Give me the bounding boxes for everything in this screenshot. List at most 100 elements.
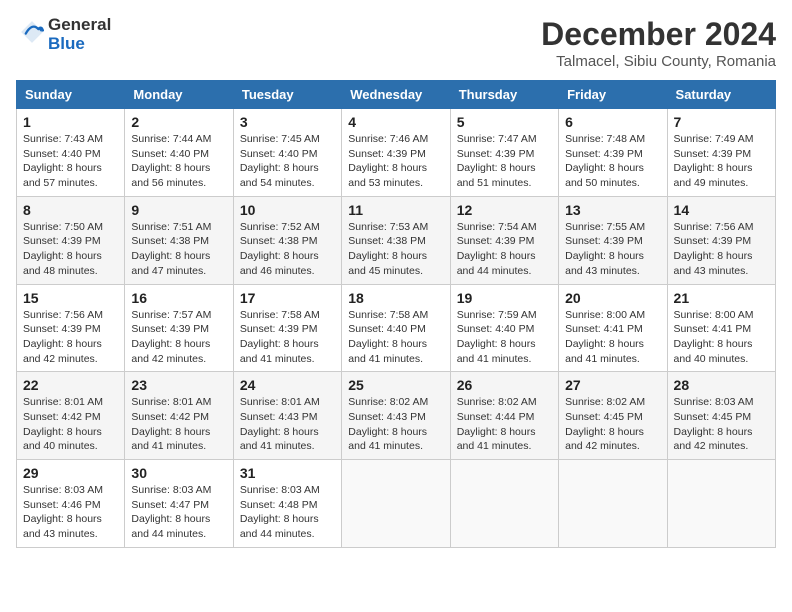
sunset-label: Sunset: 4:40 PM [131,148,209,160]
weekday-header: Sunday [17,81,125,109]
day-number: 11 [348,202,443,218]
day-info: Sunrise: 8:02 AM Sunset: 4:45 PM Dayligh… [565,395,660,454]
calendar-week-row: 1 Sunrise: 7:43 AM Sunset: 4:40 PM Dayli… [17,109,776,197]
logo: General Blue [16,16,111,53]
day-info: Sunrise: 8:00 AM Sunset: 4:41 PM Dayligh… [565,308,660,367]
daylight-label: Daylight: 8 hours and 48 minutes. [23,250,102,277]
daylight-label: Daylight: 8 hours and 42 minutes. [131,338,210,365]
month-title: December 2024 [541,16,776,53]
sunset-label: Sunset: 4:43 PM [240,411,318,423]
sunrise-label: Sunrise: 7:46 AM [348,133,428,145]
day-info: Sunrise: 7:56 AM Sunset: 4:39 PM Dayligh… [23,308,118,367]
day-number: 1 [23,114,118,130]
calendar-cell [342,460,450,548]
day-info: Sunrise: 7:48 AM Sunset: 4:39 PM Dayligh… [565,132,660,191]
calendar-cell: 22 Sunrise: 8:01 AM Sunset: 4:42 PM Dayl… [17,372,125,460]
sunset-label: Sunset: 4:42 PM [23,411,101,423]
logo-blue-text: Blue [48,35,111,54]
day-info: Sunrise: 7:56 AM Sunset: 4:39 PM Dayligh… [674,220,769,279]
daylight-label: Daylight: 8 hours and 42 minutes. [23,338,102,365]
calendar-cell: 27 Sunrise: 8:02 AM Sunset: 4:45 PM Dayl… [559,372,667,460]
day-number: 30 [131,465,226,481]
weekday-header: Tuesday [233,81,341,109]
day-number: 21 [674,290,769,306]
day-number: 10 [240,202,335,218]
logo-general-text: General [48,16,111,35]
day-info: Sunrise: 7:54 AM Sunset: 4:39 PM Dayligh… [457,220,552,279]
daylight-label: Daylight: 8 hours and 53 minutes. [348,162,427,189]
calendar-cell: 7 Sunrise: 7:49 AM Sunset: 4:39 PM Dayli… [667,109,775,197]
calendar-week-row: 15 Sunrise: 7:56 AM Sunset: 4:39 PM Dayl… [17,284,776,372]
day-info: Sunrise: 8:03 AM Sunset: 4:47 PM Dayligh… [131,483,226,542]
daylight-label: Daylight: 8 hours and 49 minutes. [674,162,753,189]
calendar-cell: 23 Sunrise: 8:01 AM Sunset: 4:42 PM Dayl… [125,372,233,460]
day-info: Sunrise: 8:01 AM Sunset: 4:42 PM Dayligh… [131,395,226,454]
sunrise-label: Sunrise: 8:01 AM [240,396,320,408]
sunrise-label: Sunrise: 8:02 AM [348,396,428,408]
sunrise-label: Sunrise: 7:57 AM [131,309,211,321]
sunrise-label: Sunrise: 7:59 AM [457,309,537,321]
day-info: Sunrise: 8:03 AM Sunset: 4:46 PM Dayligh… [23,483,118,542]
sunset-label: Sunset: 4:41 PM [674,323,752,335]
calendar-cell: 29 Sunrise: 8:03 AM Sunset: 4:46 PM Dayl… [17,460,125,548]
sunset-label: Sunset: 4:39 PM [131,323,209,335]
sunrise-label: Sunrise: 8:03 AM [131,484,211,496]
day-info: Sunrise: 7:50 AM Sunset: 4:39 PM Dayligh… [23,220,118,279]
day-number: 28 [674,377,769,393]
sunrise-label: Sunrise: 8:01 AM [131,396,211,408]
calendar-cell: 31 Sunrise: 8:03 AM Sunset: 4:48 PM Dayl… [233,460,341,548]
sunrise-label: Sunrise: 7:45 AM [240,133,320,145]
sunrise-label: Sunrise: 7:48 AM [565,133,645,145]
sunset-label: Sunset: 4:39 PM [457,235,535,247]
calendar-cell: 11 Sunrise: 7:53 AM Sunset: 4:38 PM Dayl… [342,196,450,284]
day-info: Sunrise: 7:58 AM Sunset: 4:40 PM Dayligh… [348,308,443,367]
sunset-label: Sunset: 4:39 PM [674,148,752,160]
sunset-label: Sunset: 4:40 PM [348,323,426,335]
sunset-label: Sunset: 4:42 PM [131,411,209,423]
sunset-label: Sunset: 4:40 PM [23,148,101,160]
calendar-cell: 24 Sunrise: 8:01 AM Sunset: 4:43 PM Dayl… [233,372,341,460]
day-info: Sunrise: 8:01 AM Sunset: 4:43 PM Dayligh… [240,395,335,454]
calendar-cell: 30 Sunrise: 8:03 AM Sunset: 4:47 PM Dayl… [125,460,233,548]
sunrise-label: Sunrise: 7:56 AM [674,221,754,233]
weekday-header: Saturday [667,81,775,109]
calendar-cell: 6 Sunrise: 7:48 AM Sunset: 4:39 PM Dayli… [559,109,667,197]
sunset-label: Sunset: 4:39 PM [348,148,426,160]
daylight-label: Daylight: 8 hours and 41 minutes. [348,426,427,453]
day-info: Sunrise: 7:46 AM Sunset: 4:39 PM Dayligh… [348,132,443,191]
calendar-cell: 8 Sunrise: 7:50 AM Sunset: 4:39 PM Dayli… [17,196,125,284]
sunrise-label: Sunrise: 7:52 AM [240,221,320,233]
day-number: 13 [565,202,660,218]
day-number: 16 [131,290,226,306]
day-number: 6 [565,114,660,130]
sunset-label: Sunset: 4:46 PM [23,499,101,511]
sunset-label: Sunset: 4:41 PM [565,323,643,335]
day-number: 4 [348,114,443,130]
sunrise-label: Sunrise: 7:54 AM [457,221,537,233]
day-number: 31 [240,465,335,481]
day-info: Sunrise: 7:45 AM Sunset: 4:40 PM Dayligh… [240,132,335,191]
calendar-cell: 25 Sunrise: 8:02 AM Sunset: 4:43 PM Dayl… [342,372,450,460]
day-info: Sunrise: 7:47 AM Sunset: 4:39 PM Dayligh… [457,132,552,191]
daylight-label: Daylight: 8 hours and 41 minutes. [240,338,319,365]
calendar-cell: 5 Sunrise: 7:47 AM Sunset: 4:39 PM Dayli… [450,109,558,197]
sunset-label: Sunset: 4:39 PM [23,323,101,335]
sunrise-label: Sunrise: 7:44 AM [131,133,211,145]
day-info: Sunrise: 8:02 AM Sunset: 4:43 PM Dayligh… [348,395,443,454]
day-number: 23 [131,377,226,393]
calendar-cell: 13 Sunrise: 7:55 AM Sunset: 4:39 PM Dayl… [559,196,667,284]
calendar-cell: 26 Sunrise: 8:02 AM Sunset: 4:44 PM Dayl… [450,372,558,460]
day-number: 7 [674,114,769,130]
sunset-label: Sunset: 4:38 PM [240,235,318,247]
sunset-label: Sunset: 4:45 PM [565,411,643,423]
day-number: 2 [131,114,226,130]
sunrise-label: Sunrise: 8:00 AM [565,309,645,321]
calendar-cell: 1 Sunrise: 7:43 AM Sunset: 4:40 PM Dayli… [17,109,125,197]
calendar-table: SundayMondayTuesdayWednesdayThursdayFrid… [16,80,776,548]
day-info: Sunrise: 8:03 AM Sunset: 4:45 PM Dayligh… [674,395,769,454]
calendar-cell [559,460,667,548]
sunset-label: Sunset: 4:45 PM [674,411,752,423]
daylight-label: Daylight: 8 hours and 43 minutes. [674,250,753,277]
day-number: 26 [457,377,552,393]
calendar-cell: 9 Sunrise: 7:51 AM Sunset: 4:38 PM Dayli… [125,196,233,284]
